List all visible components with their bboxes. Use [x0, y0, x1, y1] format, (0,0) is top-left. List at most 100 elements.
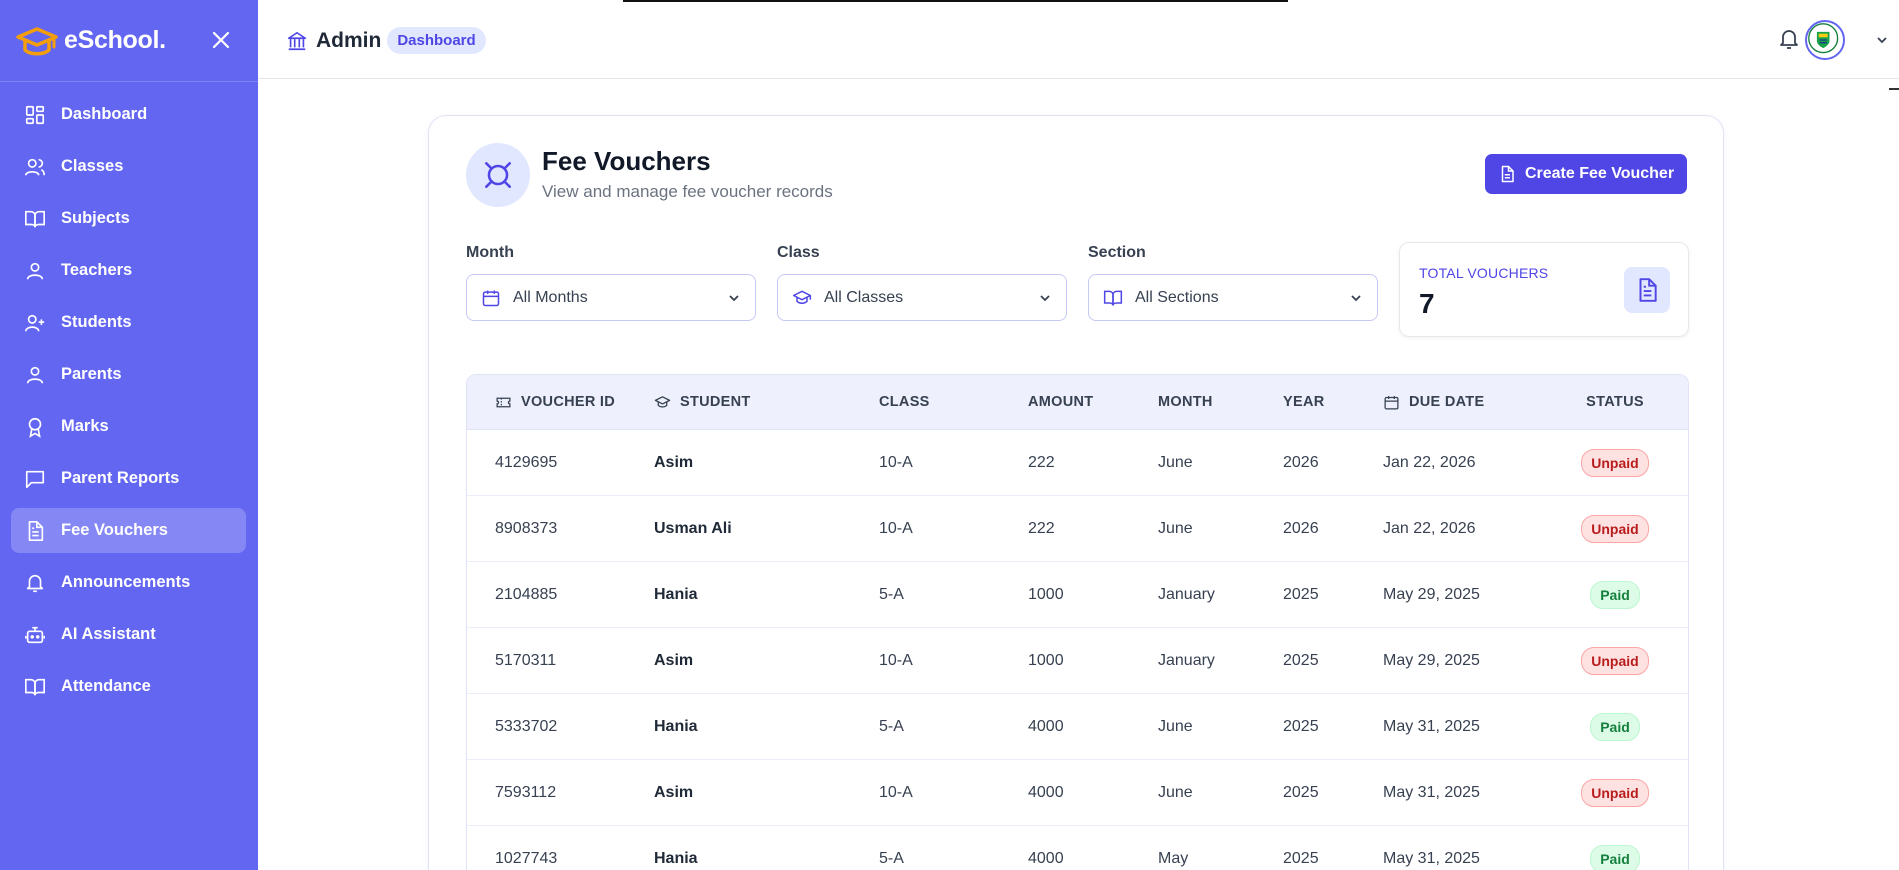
sidebar-item-subjects[interactable]: Subjects — [11, 196, 246, 241]
cell-amount: 1000 — [1028, 651, 1064, 669]
currency-icon-badge — [466, 143, 530, 207]
cell-class: 5-A — [879, 585, 904, 603]
cell-amount: 1000 — [1028, 585, 1064, 603]
col-status[interactable]: STATUS — [1555, 394, 1675, 410]
cell-class: 10-A — [879, 651, 913, 669]
col-label: DUE DATE — [1409, 394, 1485, 410]
sidebar-item-students[interactable]: Students — [11, 300, 246, 345]
status-badge[interactable]: Paid — [1590, 844, 1640, 870]
total-vouchers-value: 7 — [1419, 288, 1435, 319]
sidebar-item-classes[interactable]: Classes — [11, 144, 246, 189]
file-text-icon — [1501, 165, 1514, 183]
table-row[interactable]: 1027743 Hania 5-A 4000 May 2025 May 31, … — [467, 826, 1688, 870]
table-row[interactable]: 4129695 Asim 10-A 222 June 2026 Jan 22, … — [467, 430, 1688, 496]
book-open-icon — [25, 210, 45, 227]
col-month[interactable]: MONTH — [1158, 394, 1283, 410]
cell-voucher-id: 2104885 — [495, 585, 558, 603]
cell-due-date: May 31, 2025 — [1383, 783, 1480, 801]
sidebar: eSchool. Dashboard Classes Subjects Teac… — [0, 0, 258, 870]
notification-bell-icon[interactable] — [1777, 27, 1801, 51]
file-text-icon — [1639, 278, 1657, 302]
status-badge[interactable]: Unpaid — [1581, 646, 1649, 675]
calendar-icon — [1384, 395, 1399, 410]
cell-due-date: Jan 22, 2026 — [1383, 453, 1476, 471]
table-row[interactable]: 5170311 Asim 10-A 1000 January 2025 May … — [467, 628, 1688, 694]
col-amount[interactable]: AMOUNT — [1028, 394, 1158, 410]
book-open-icon — [25, 678, 45, 695]
sidebar-item-attendance[interactable]: Attendance — [11, 664, 246, 709]
cell-student: Hania — [654, 849, 698, 867]
topbar-badge[interactable]: Dashboard — [387, 27, 486, 54]
topbar: Admin Dashboard — [258, 0, 1899, 90]
sidebar-item-ai-assistant[interactable]: AI Assistant — [11, 612, 246, 657]
col-class[interactable]: CLASS — [879, 394, 1028, 410]
sidebar-item-parent-reports[interactable]: Parent Reports — [11, 456, 246, 501]
avatar[interactable] — [1805, 20, 1845, 60]
status-badge[interactable]: Paid — [1590, 580, 1640, 609]
sidebar-item-announcements[interactable]: Announcements — [11, 560, 246, 605]
cell-status: Unpaid — [1555, 646, 1675, 675]
cell-class: 10-A — [879, 519, 913, 537]
cell-month: January — [1158, 651, 1215, 669]
table-row[interactable]: 8908373 Usman Ali 10-A 222 June 2026 Jan… — [467, 496, 1688, 562]
col-label: YEAR — [1283, 394, 1325, 410]
sidebar-item-label: Parent Reports — [61, 469, 180, 487]
topbar-title: Admin — [316, 28, 382, 52]
sidebar-item-dashboard[interactable]: Dashboard — [11, 92, 246, 137]
cell-student: Hania — [654, 585, 698, 603]
status-badge[interactable]: Unpaid — [1581, 778, 1649, 807]
table-row[interactable]: 5333702 Hania 5-A 4000 June 2025 May 31,… — [467, 694, 1688, 760]
sidebar-item-label: Marks — [61, 417, 109, 435]
table-header: VOUCHER ID STUDENT CLASS AMOUNT MONTH YE… — [467, 375, 1688, 430]
col-label: VOUCHER ID — [521, 394, 616, 410]
bot-icon — [25, 626, 45, 643]
col-student[interactable]: STUDENT — [654, 394, 879, 411]
sidebar-item-label: Students — [61, 313, 132, 331]
month-select[interactable]: All Months — [466, 274, 756, 321]
col-voucher-id[interactable]: VOUCHER ID — [467, 394, 654, 411]
page-subtitle: View and manage fee voucher records — [542, 182, 833, 201]
message-square-icon — [25, 470, 45, 488]
close-icon[interactable] — [210, 29, 232, 51]
create-button-label: Create Fee Voucher — [1524, 165, 1675, 182]
cell-class: 10-A — [879, 453, 913, 471]
status-badge[interactable]: Paid — [1590, 712, 1640, 741]
status-badge[interactable]: Unpaid — [1581, 448, 1649, 477]
class-filter: Class All Classes — [777, 244, 1067, 321]
sidebar-item-fee-vouchers[interactable]: Fee Vouchers — [11, 508, 246, 553]
chevron-down-icon[interactable] — [1875, 33, 1889, 47]
col-due-date[interactable]: DUE DATE — [1383, 394, 1555, 411]
col-label: STATUS — [1586, 394, 1644, 410]
cell-amount: 222 — [1028, 519, 1055, 537]
create-fee-voucher-button[interactable]: Create Fee Voucher — [1485, 154, 1687, 194]
sidebar-item-label: Attendance — [61, 677, 151, 695]
sidebar-item-label: Announcements — [61, 573, 191, 591]
sidebar-item-marks[interactable]: Marks — [11, 404, 246, 449]
cell-voucher-id: 5170311 — [495, 651, 557, 669]
cell-status: Unpaid — [1555, 778, 1675, 807]
cell-status: Unpaid — [1555, 514, 1675, 543]
col-label: CLASS — [879, 394, 930, 410]
section-select[interactable]: All Sections — [1088, 274, 1378, 321]
table-row[interactable]: 7593112 Asim 10-A 4000 June 2025 May 31,… — [467, 760, 1688, 826]
cell-student: Usman Ali — [654, 519, 732, 537]
cell-voucher-id: 1027743 — [495, 849, 558, 867]
class-select[interactable]: All Classes — [777, 274, 1067, 321]
cell-voucher-id: 7593112 — [495, 783, 557, 801]
status-badge[interactable]: Unpaid — [1581, 514, 1649, 543]
brand-name: eSchool. — [64, 26, 166, 54]
total-vouchers-label: TOTAL VOUCHERS — [1419, 265, 1549, 281]
cell-status: Paid — [1555, 580, 1675, 609]
month-filter: Month All Months — [466, 244, 756, 321]
cell-year: 2025 — [1283, 585, 1319, 603]
cell-student: Asim — [654, 453, 694, 471]
col-year[interactable]: YEAR — [1283, 394, 1383, 410]
sidebar-item-teachers[interactable]: Teachers — [11, 248, 246, 293]
page-title: Fee Vouchers — [542, 146, 711, 176]
brand: eSchool. — [0, 0, 258, 82]
cell-voucher-id: 8908373 — [495, 519, 558, 537]
user-plus-icon — [25, 314, 45, 331]
cell-status: Unpaid — [1555, 448, 1675, 477]
sidebar-item-parents[interactable]: Parents — [11, 352, 246, 397]
table-row[interactable]: 2104885 Hania 5-A 1000 January 2025 May … — [467, 562, 1688, 628]
